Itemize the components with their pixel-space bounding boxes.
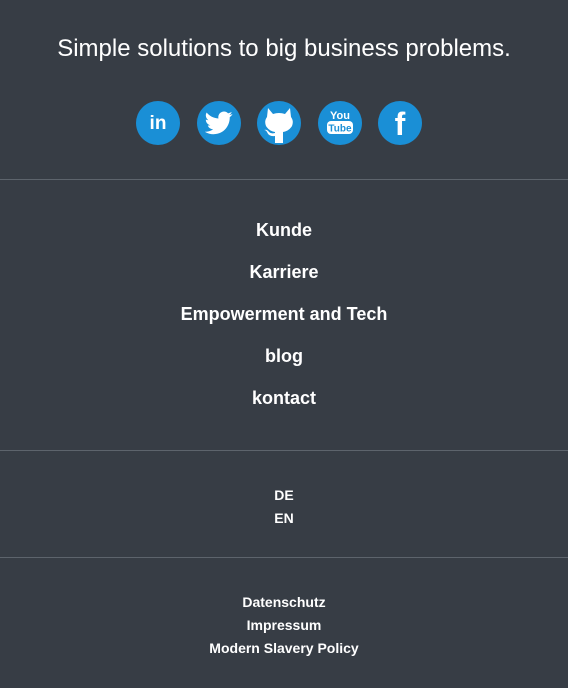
- nav-item-blog: blog: [0, 338, 568, 380]
- svg-text:You: You: [330, 110, 350, 122]
- legal-links: Datenschutz Impressum Modern Slavery Pol…: [0, 591, 568, 660]
- nav-link-empowerment[interactable]: Empowerment and Tech: [181, 304, 388, 324]
- nav-item-kontact: kontact: [0, 380, 568, 422]
- svg-text:in: in: [150, 113, 167, 134]
- nav-link-karriere[interactable]: Karriere: [249, 262, 318, 282]
- nav-item-kunde: Kunde: [0, 212, 568, 254]
- divider-top: [0, 179, 568, 180]
- language-en-link[interactable]: EN: [0, 507, 568, 530]
- twitter-link[interactable]: [196, 101, 241, 145]
- linkedin-link[interactable]: in: [136, 101, 180, 145]
- twitter-icon: [204, 111, 233, 135]
- footer-nav: Kunde Karriere Empowerment and Tech blog…: [0, 212, 568, 422]
- nav-link-kontact[interactable]: kontact: [252, 388, 316, 408]
- language-de-link[interactable]: DE: [0, 484, 568, 507]
- footer-tagline: Simple solutions to big business problem…: [57, 35, 511, 62]
- divider-middle: [0, 450, 568, 451]
- linkedin-icon: in: [150, 113, 167, 134]
- nav-link-kunde[interactable]: Kunde: [256, 220, 312, 240]
- social-links: in You Tube f: [136, 101, 422, 145]
- nav-link-blog[interactable]: blog: [265, 346, 303, 366]
- facebook-icon: f: [395, 108, 406, 138]
- nav-item-karriere: Karriere: [0, 254, 568, 296]
- github-link[interactable]: [257, 101, 301, 145]
- svg-text:f: f: [395, 108, 406, 138]
- divider-bottom: [0, 557, 568, 558]
- nav-item-empowerment: Empowerment and Tech: [0, 296, 568, 338]
- github-icon: [264, 108, 293, 143]
- impressum-link[interactable]: Impressum: [0, 614, 568, 637]
- datenschutz-link[interactable]: Datenschutz: [0, 591, 568, 614]
- modern-slavery-policy-link[interactable]: Modern Slavery Policy: [0, 637, 568, 660]
- youtube-link[interactable]: You Tube: [317, 101, 362, 145]
- facebook-link[interactable]: f: [378, 101, 422, 145]
- youtube-icon: You Tube: [326, 110, 353, 135]
- language-switcher: DE EN: [0, 484, 568, 530]
- svg-text:Tube: Tube: [328, 124, 352, 135]
